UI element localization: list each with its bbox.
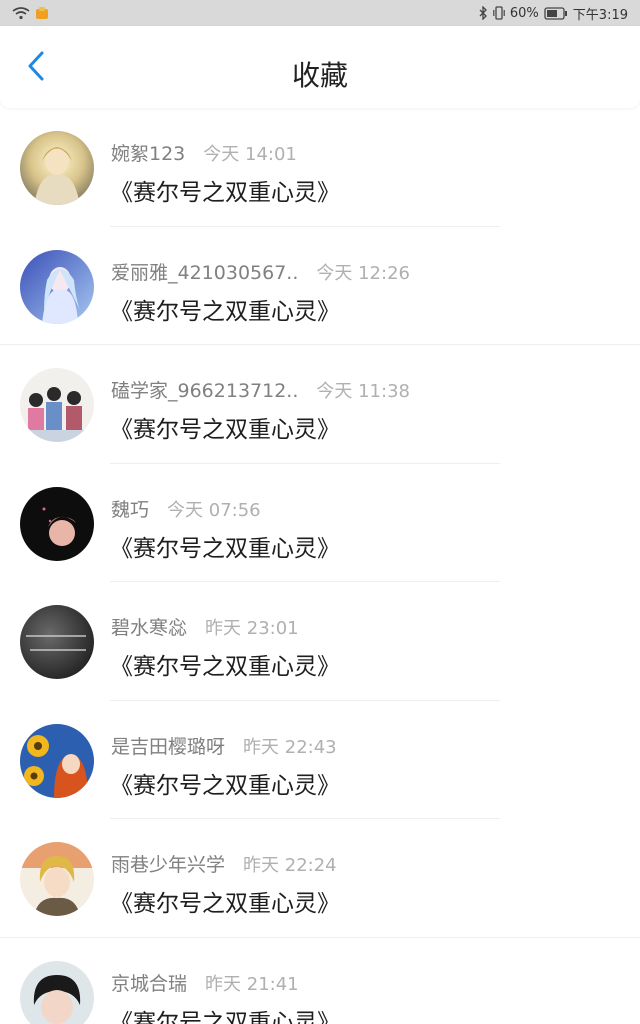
timestamp: 今天 14:01: [203, 144, 297, 165]
list-item[interactable]: 碧水寒惢 昨天 23:01 《赛尔号之双重心灵》: [0, 582, 640, 701]
status-bar: 60% 下午3:19: [0, 0, 640, 26]
avatar[interactable]: [20, 605, 94, 679]
username: 魏巧: [111, 498, 150, 521]
avatar[interactable]: [20, 723, 94, 798]
avatar[interactable]: [20, 368, 94, 442]
work-title[interactable]: 《赛尔号之双重心灵》: [110, 766, 340, 800]
avatar[interactable]: [20, 131, 94, 205]
page-title: 收藏: [291, 59, 348, 92]
username: 是吉田樱璐呀: [111, 735, 226, 758]
vibrate-icon: [493, 6, 505, 20]
avatar[interactable]: [20, 249, 94, 324]
work-title[interactable]: 《赛尔号之双重心灵》: [110, 884, 340, 918]
timestamp: 今天 11:38: [316, 381, 410, 402]
timestamp: 昨天 23:01: [205, 618, 299, 639]
list-item[interactable]: 雨巷少年兴学 昨天 22:24 《赛尔号之双重心灵》: [0, 819, 640, 938]
username: 磕学家_966213712..: [111, 380, 299, 402]
battery-percent: 60%: [509, 5, 539, 21]
wifi-icon: [12, 6, 30, 20]
list-item[interactable]: 魏巧 今天 07:56 《赛尔号之双重心灵》: [0, 464, 640, 582]
list-item[interactable]: 是吉田樱璐呀 昨天 22:43 《赛尔号之双重心灵》: [0, 701, 640, 819]
work-title[interactable]: 《赛尔号之双重心灵》: [110, 529, 340, 563]
notification-icon: [35, 6, 49, 20]
work-title[interactable]: 《赛尔号之双重心灵》: [110, 410, 340, 444]
username: 爱丽雅_421030567..: [111, 261, 299, 284]
list-item[interactable]: 京城合瑞 昨天 21:41 《赛尔号之双重心灵》: [0, 938, 640, 1024]
username: 碧水寒惢: [111, 617, 188, 639]
avatar[interactable]: [20, 960, 94, 1024]
timestamp: 昨天 21:41: [205, 973, 299, 995]
clock: 下午3:19: [572, 7, 628, 23]
work-title[interactable]: 《赛尔号之双重心灵》: [110, 173, 340, 207]
timestamp: 昨天 22:43: [243, 736, 337, 758]
list-item[interactable]: 婉絮123 今天 14:01 《赛尔号之双重心灵》: [0, 108, 640, 227]
avatar[interactable]: [20, 486, 94, 561]
work-title[interactable]: 《赛尔号之双重心灵》: [110, 647, 340, 681]
list-item[interactable]: 磕学家_966213712.. 今天 11:38 《赛尔号之双重心灵》: [0, 345, 640, 464]
battery-icon: [544, 6, 568, 20]
work-title[interactable]: 《赛尔号之双重心灵》: [110, 292, 340, 326]
username: 雨巷少年兴学: [111, 854, 226, 876]
timestamp: 今天 12:26: [316, 262, 410, 284]
username: 京城合瑞: [111, 972, 188, 995]
bluetooth-icon: [478, 6, 488, 20]
work-title[interactable]: 《赛尔号之双重心灵》: [110, 1003, 340, 1024]
navigation-bar: 收藏: [0, 26, 640, 108]
favorites-list: 婉絮123 今天 14:01 《赛尔号之双重心灵》 爱丽雅_421030567.…: [0, 108, 640, 1024]
list-item[interactable]: 爱丽雅_421030567.. 今天 12:26 《赛尔号之双重心灵》: [0, 227, 640, 345]
username: 婉絮123: [111, 143, 186, 165]
timestamp: 今天 07:56: [167, 499, 261, 521]
avatar[interactable]: [20, 842, 94, 916]
timestamp: 昨天 22:24: [243, 855, 337, 876]
